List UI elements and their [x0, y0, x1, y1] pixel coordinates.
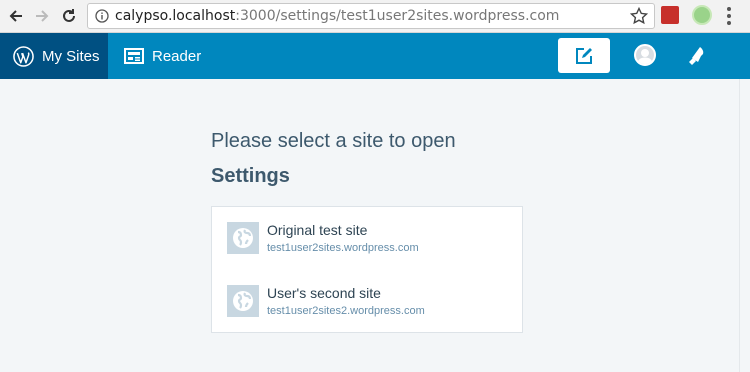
heading-prompt: Please select a site to open: [211, 130, 456, 152]
arrow-left-icon: [9, 10, 22, 22]
browser-toolbar: calypso.localhost:3000/settings/test1use…: [0, 0, 750, 33]
masterbar: My Sites Reader: [0, 33, 750, 79]
user-avatar-icon: [637, 49, 653, 64]
site-url: test1user2sites.wordpress.com: [267, 242, 419, 254]
bookmark-star-icon[interactable]: [630, 7, 648, 25]
extension-icon[interactable]: [692, 5, 712, 25]
globe-icon: [227, 285, 259, 317]
site-item[interactable]: Original test site test1user2sites.wordp…: [227, 222, 419, 254]
reload-button[interactable]: [58, 5, 80, 27]
reader-tab[interactable]: Reader: [124, 33, 201, 79]
compose-icon: [576, 47, 592, 64]
arrow-right-icon: [36, 10, 49, 22]
address-bar[interactable]: calypso.localhost:3000/settings/test1use…: [87, 3, 655, 29]
site-selector: Original test site test1user2sites.wordp…: [211, 206, 523, 333]
avatar[interactable]: [634, 44, 656, 66]
site-name: Original test site: [267, 222, 368, 238]
notifications-button[interactable]: [686, 43, 710, 67]
browser-menu-icon[interactable]: [726, 7, 732, 25]
url-path: :3000/settings/test1user2sites.wordpress…: [235, 8, 560, 24]
globe-icon: [227, 222, 259, 254]
forward-button[interactable]: [31, 5, 53, 27]
extension-icon[interactable]: [661, 6, 679, 24]
heading-section: Settings: [211, 165, 290, 187]
url-host: calypso.localhost: [115, 8, 236, 24]
write-post-button[interactable]: [558, 38, 610, 73]
reader-icon: [124, 48, 144, 64]
back-button[interactable]: [5, 5, 27, 27]
site-url: test1user2sites2.wordpress.com: [267, 305, 425, 317]
scrollbar[interactable]: [739, 79, 750, 372]
my-sites-tab[interactable]: My Sites: [0, 33, 108, 79]
url-text[interactable]: calypso.localhost:3000/settings/test1use…: [115, 8, 559, 24]
page-heading: Please select a site to open Settings: [211, 128, 456, 189]
site-name: User's second site: [267, 285, 381, 301]
reader-label: Reader: [152, 47, 202, 65]
my-sites-label: My Sites: [42, 47, 100, 65]
bell-icon: [689, 47, 704, 65]
info-icon[interactable]: [95, 9, 109, 23]
reload-icon: [63, 9, 75, 22]
wordpress-logo-icon: [13, 45, 34, 67]
site-item[interactable]: User's second site test1user2sites2.word…: [227, 285, 425, 317]
